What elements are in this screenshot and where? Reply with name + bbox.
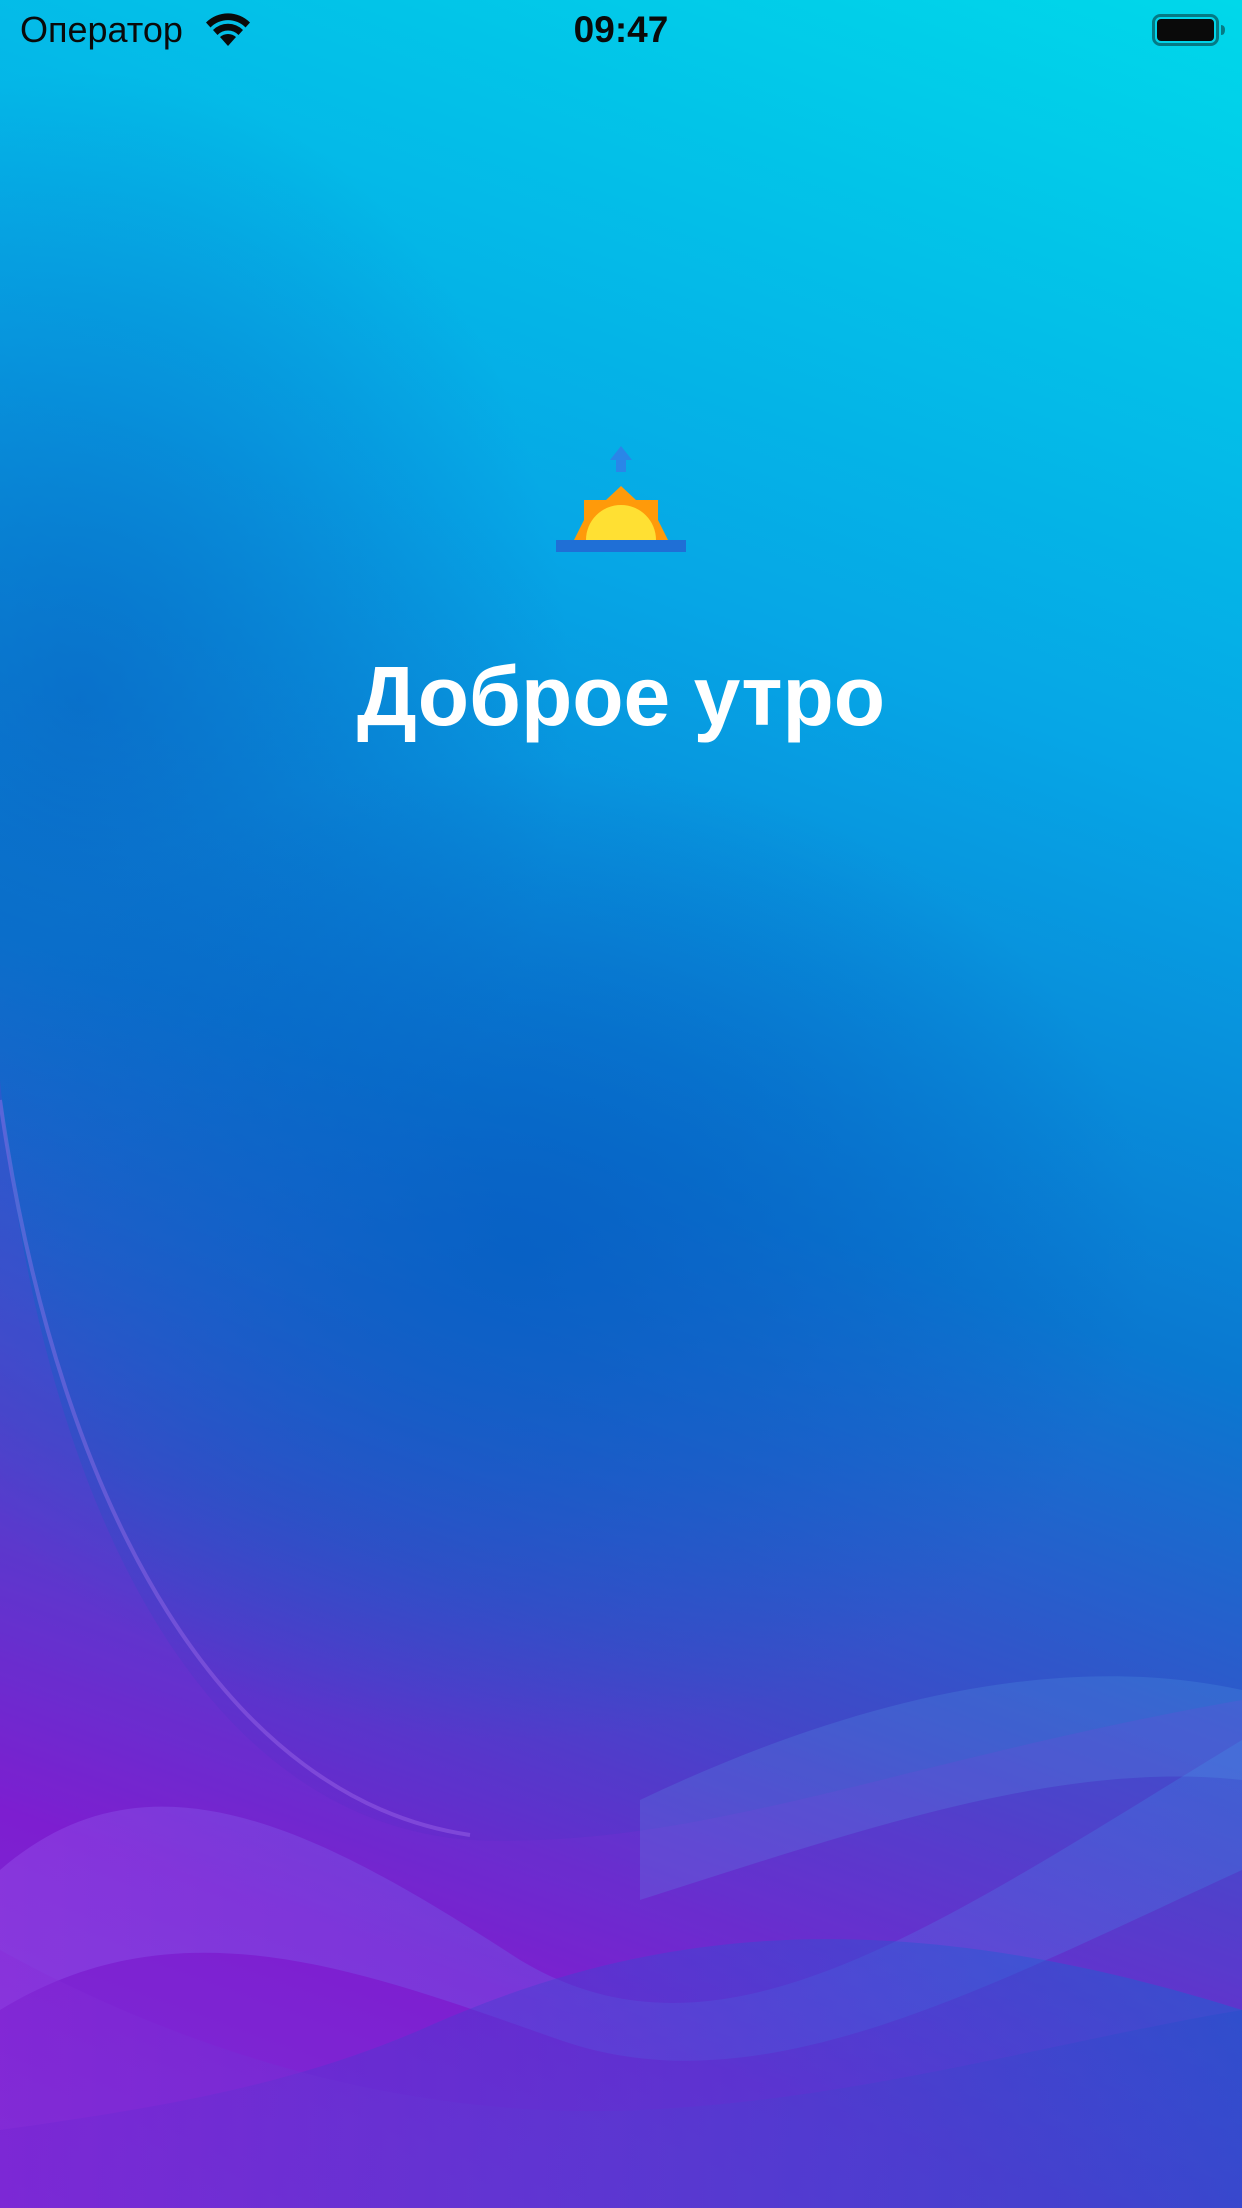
battery-icon [1152,14,1225,46]
greeting-title: Доброе утро [356,649,886,743]
sunrise-icon [556,446,686,552]
status-bar: Оператор 09:47 [0,0,1242,60]
background-waves [0,1080,1242,2208]
status-time: 09:47 [573,9,669,50]
screen: Оператор 09:47 Доброе утро [0,0,1242,2208]
